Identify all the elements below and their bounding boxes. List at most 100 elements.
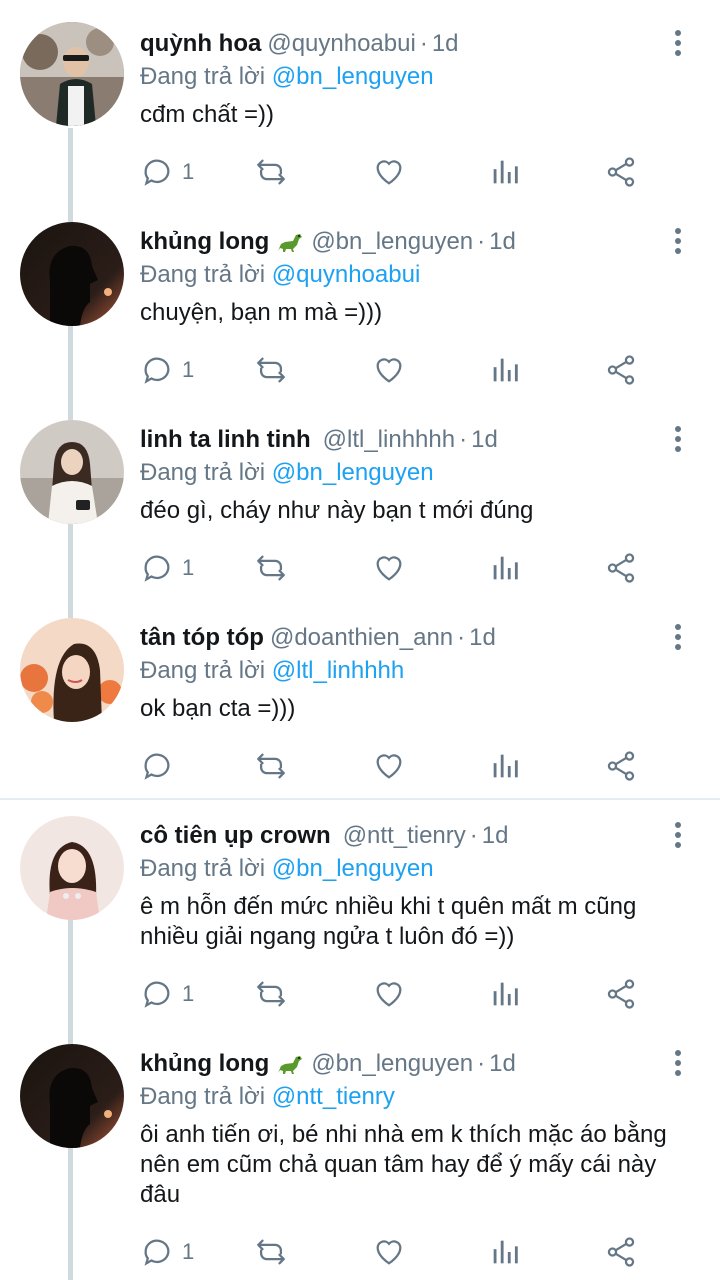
display-name[interactable]: khủng long xyxy=(140,228,269,255)
like-button[interactable] xyxy=(372,748,406,784)
reply-button[interactable] xyxy=(140,748,182,784)
display-name[interactable]: cô tiên ụp crown xyxy=(140,822,331,849)
reply-count: 1 xyxy=(182,357,195,382)
share-button[interactable] xyxy=(604,352,638,388)
reply-to-link[interactable]: @bn_lenguyen xyxy=(272,855,434,882)
user-handle[interactable]: @ntt_tienry xyxy=(343,822,466,849)
tweet-actions xyxy=(140,748,660,784)
reply-button[interactable]: 1 xyxy=(140,1234,194,1270)
reply-button[interactable]: 1 xyxy=(140,550,194,586)
share-button[interactable] xyxy=(604,748,638,784)
retweet-button[interactable] xyxy=(254,1234,288,1270)
share-button[interactable] xyxy=(604,550,638,586)
tweet-text: đéo gì, cháy như này bạn t mới đúng xyxy=(140,497,534,524)
thread-line xyxy=(68,920,73,1020)
reply-to-link[interactable]: @ntt_tienry xyxy=(272,1083,395,1110)
tweet-actions: 1 xyxy=(140,154,660,190)
retweet-icon xyxy=(257,753,285,779)
replying-to: Đang trả lời @bn_lenguyen xyxy=(140,62,434,92)
share-icon xyxy=(607,979,635,1009)
heart-icon xyxy=(376,358,402,383)
tweet-time[interactable]: 1d xyxy=(482,822,509,849)
user-handle[interactable]: @doanthien_ann xyxy=(270,624,453,651)
tweet-text: chuyện, bạn m mà =))) xyxy=(140,299,383,326)
tweet[interactable]: tân tóp tóp @doanthien_ann · 1d Đang trả lờ… xyxy=(0,594,720,798)
reply-icon xyxy=(144,753,170,780)
avatar[interactable] xyxy=(20,222,124,326)
reply-to-link[interactable]: @bn_lenguyen xyxy=(272,459,434,486)
reply-to-link[interactable]: @bn_lenguyen xyxy=(272,63,434,90)
avatar[interactable] xyxy=(20,618,124,722)
avatar[interactable] xyxy=(20,22,124,126)
share-icon xyxy=(607,553,635,583)
retweet-button[interactable] xyxy=(254,976,288,1012)
separator-dot: · xyxy=(477,1050,486,1077)
more-options-icon[interactable] xyxy=(664,28,692,60)
more-options-icon[interactable] xyxy=(664,1048,692,1080)
analytics-button[interactable] xyxy=(488,1234,522,1270)
more-options-icon[interactable] xyxy=(664,622,692,654)
more-options-icon[interactable] xyxy=(664,820,692,852)
reply-count: 1 xyxy=(182,1239,195,1264)
reply-icon xyxy=(144,981,170,1008)
user-handle[interactable]: @quynhoabui xyxy=(267,30,415,57)
heart-icon xyxy=(376,1240,402,1265)
analytics-button[interactable] xyxy=(488,748,522,784)
share-button[interactable] xyxy=(604,976,638,1012)
tweet-time[interactable]: 1d xyxy=(469,624,496,651)
tweet[interactable]: quỳnh hoa @quynhoabui · 1d Đang trả lời @bn… xyxy=(0,0,720,198)
analytics-button[interactable] xyxy=(488,352,522,388)
tweet-text: ôi anh tiến ơi, bé nhi nhà em k thích mặ… xyxy=(140,1121,667,1208)
reply-button[interactable]: 1 xyxy=(140,352,194,388)
user-handle[interactable]: @bn_lenguyen xyxy=(311,228,473,255)
replying-to: Đang trả lời @quynhoabui xyxy=(140,260,420,290)
like-button[interactable] xyxy=(372,1234,406,1270)
analytics-button[interactable] xyxy=(488,154,522,190)
like-button[interactable] xyxy=(372,976,406,1012)
retweet-button[interactable] xyxy=(254,748,288,784)
like-button[interactable] xyxy=(372,352,406,388)
tweet[interactable]: cô tiên ụp crown @ntt_tienry · 1d Đang trả … xyxy=(0,792,720,1020)
tweet[interactable]: khủng long @bn_lenguyen · 1d Đang trả lời @… xyxy=(0,198,720,396)
dinosaur-emoji-icon xyxy=(278,234,303,252)
tweet-header: linh ta linh tinh @ltl_linhhhh · 1d xyxy=(140,424,498,456)
display-name[interactable]: khủng long xyxy=(140,1050,269,1077)
more-options-icon[interactable] xyxy=(664,424,692,456)
user-handle[interactable]: @ltl_linhhhh xyxy=(323,426,455,453)
replying-to: Đang trả lời @ltl_linhhhh xyxy=(140,656,404,686)
analytics-icon xyxy=(493,556,518,580)
reply-to-link[interactable]: @ltl_linhhhh xyxy=(272,657,404,684)
heart-icon xyxy=(376,556,402,581)
share-button[interactable] xyxy=(604,1234,638,1270)
avatar[interactable] xyxy=(20,816,124,920)
tweet-time[interactable]: 1d xyxy=(489,228,516,255)
share-button[interactable] xyxy=(604,154,638,190)
display-name[interactable]: tân tóp tóp xyxy=(140,624,264,651)
reply-button[interactable]: 1 xyxy=(140,976,194,1012)
tweet-text: cđm chất =)) xyxy=(140,101,275,128)
analytics-button[interactable] xyxy=(488,976,522,1012)
user-handle[interactable]: @bn_lenguyen xyxy=(311,1050,473,1077)
avatar[interactable] xyxy=(20,1044,124,1148)
like-button[interactable] xyxy=(372,550,406,586)
like-button[interactable] xyxy=(372,154,406,190)
tweet-time[interactable]: 1d xyxy=(471,426,498,453)
reply-prefix: Đang trả lời xyxy=(140,261,266,288)
retweet-button[interactable] xyxy=(254,352,288,388)
reply-icon xyxy=(144,357,170,384)
tweet[interactable]: khủng long @bn_lenguyen · 1d Đang trả lời @… xyxy=(0,1020,720,1280)
avatar[interactable] xyxy=(20,420,124,524)
tweet-time[interactable]: 1d xyxy=(489,1050,516,1077)
tweet-actions: 1 xyxy=(140,976,660,1012)
separator-dot: · xyxy=(477,228,486,255)
display-name[interactable]: linh ta linh tinh xyxy=(140,426,311,453)
retweet-button[interactable] xyxy=(254,550,288,586)
more-options-icon[interactable] xyxy=(664,226,692,258)
display-name[interactable]: quỳnh hoa xyxy=(140,30,261,57)
reply-to-link[interactable]: @quynhoabui xyxy=(272,261,420,288)
reply-button[interactable]: 1 xyxy=(140,154,194,190)
retweet-button[interactable] xyxy=(254,154,288,190)
tweet-time[interactable]: 1d xyxy=(432,30,459,57)
analytics-button[interactable] xyxy=(488,550,522,586)
tweet[interactable]: linh ta linh tinh @ltl_linhhhh · 1d Đang tr… xyxy=(0,396,720,594)
